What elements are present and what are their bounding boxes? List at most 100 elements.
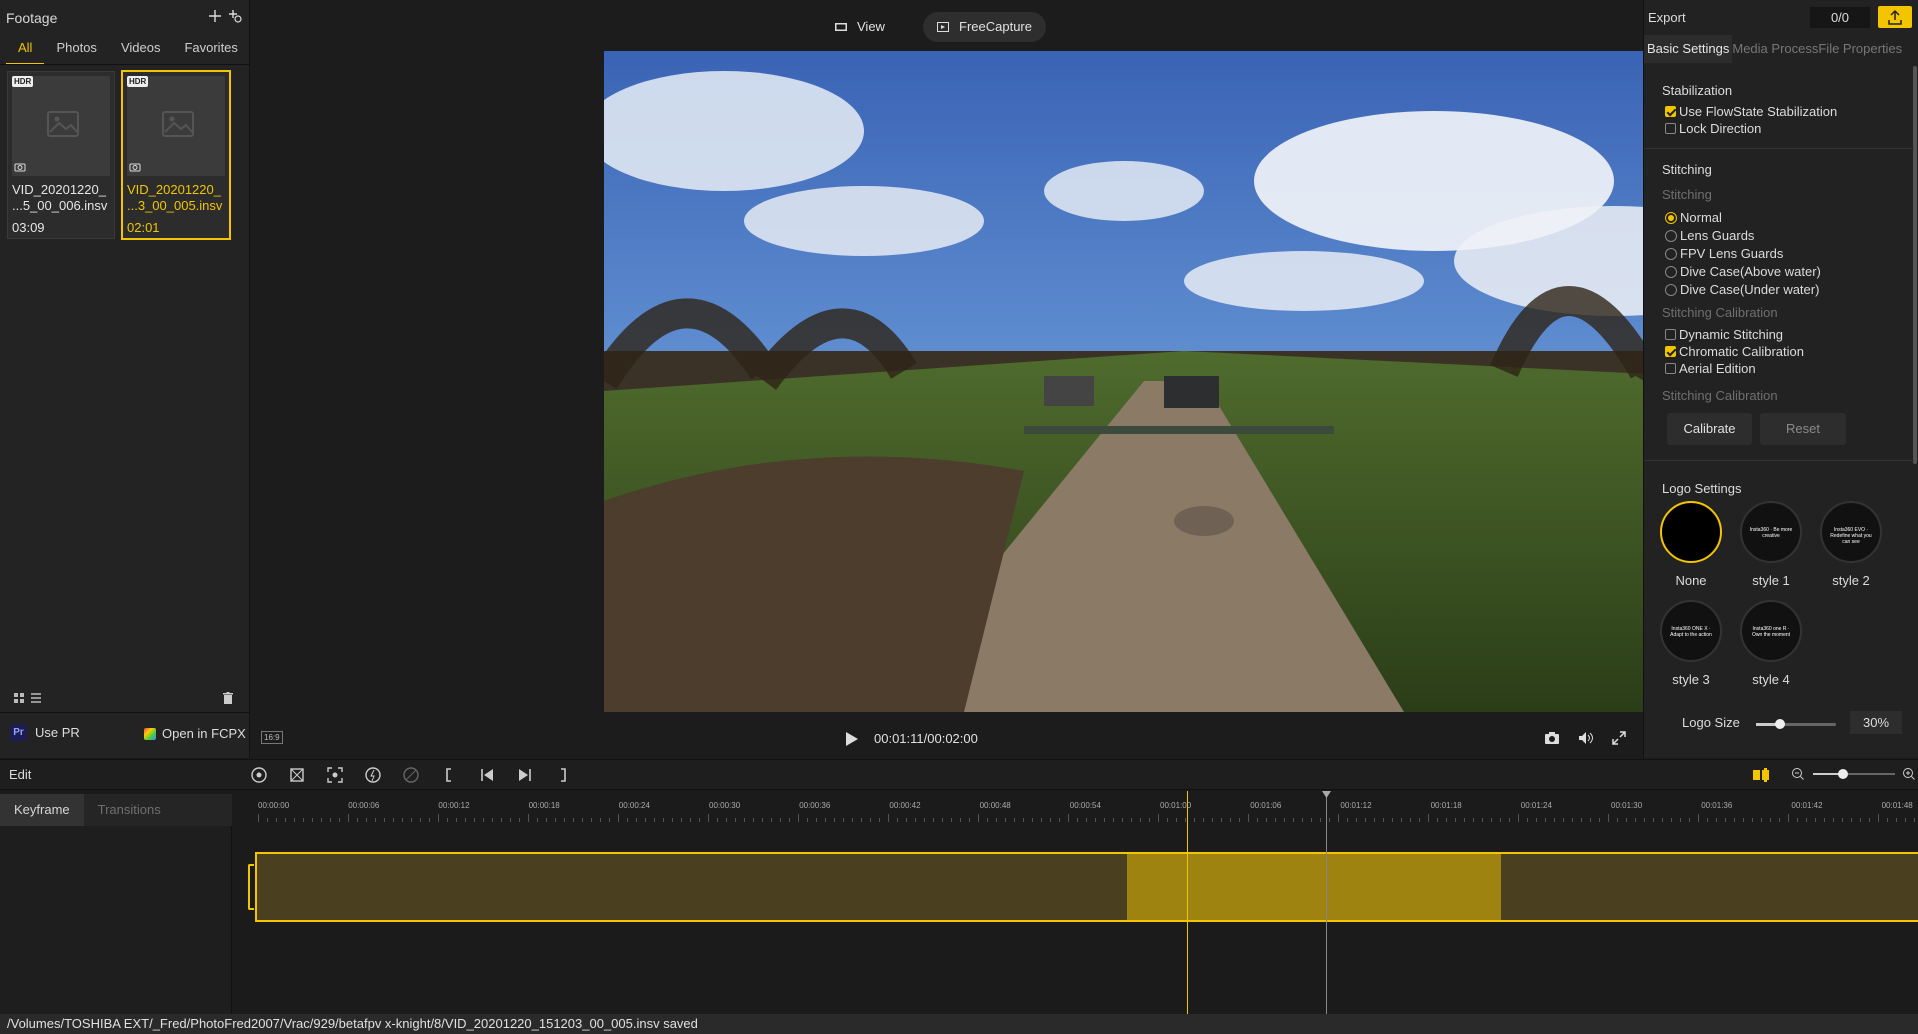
focus-icon[interactable] bbox=[326, 766, 344, 784]
skip-forward-icon[interactable] bbox=[516, 766, 534, 784]
reset-button[interactable]: Reset bbox=[1760, 413, 1846, 445]
checkbox[interactable] bbox=[1665, 329, 1676, 340]
ruler-tick-label: 00:01:18 bbox=[1430, 801, 1462, 810]
lock-direction-checkbox[interactable]: Lock Direction bbox=[1665, 121, 1761, 136]
tab-videos[interactable]: Videos bbox=[109, 40, 173, 65]
ruler-tick-mark bbox=[915, 818, 916, 822]
chromatic-calibration-checkbox[interactable]: Chromatic Calibration bbox=[1665, 344, 1804, 359]
trash-icon[interactable] bbox=[223, 692, 233, 704]
tab-favorites[interactable]: Favorites bbox=[172, 40, 249, 65]
checkbox-checked[interactable] bbox=[1665, 346, 1676, 357]
radio[interactable] bbox=[1665, 229, 1677, 242]
tab-all[interactable]: All bbox=[6, 40, 45, 65]
radio[interactable] bbox=[1665, 247, 1677, 260]
ruler-tick-mark bbox=[1806, 818, 1807, 822]
view-button[interactable]: View bbox=[821, 12, 899, 42]
ruler-tick-mark bbox=[1851, 818, 1852, 822]
freecapture-button[interactable]: FreeCapture bbox=[923, 12, 1046, 42]
hover-marker bbox=[1326, 791, 1327, 1015]
logo-style-none[interactable] bbox=[1660, 501, 1722, 563]
stitching-normal-radio[interactable]: Normal bbox=[1665, 210, 1722, 225]
logo-style-3[interactable]: Insta360 ONE X · Adapt to the action bbox=[1660, 600, 1722, 662]
target-icon[interactable] bbox=[250, 766, 268, 784]
list-view-icon[interactable] bbox=[31, 693, 41, 703]
logo-style-1[interactable]: Insta360 · Be more creative bbox=[1740, 501, 1802, 563]
zoom-in-icon[interactable] bbox=[1902, 767, 1916, 781]
tab-media-process[interactable]: Media Process bbox=[1732, 35, 1818, 63]
speed-icon[interactable] bbox=[364, 766, 382, 784]
checkbox[interactable] bbox=[1665, 123, 1676, 134]
aspect-ratio-badge[interactable]: 16:9 bbox=[261, 731, 283, 744]
add-icon[interactable] bbox=[208, 9, 222, 23]
checkbox-checked[interactable] bbox=[1665, 106, 1676, 117]
volume-icon[interactable] bbox=[1578, 731, 1594, 745]
tab-keyframe[interactable]: Keyframe bbox=[0, 794, 84, 826]
timeline-ruler[interactable]: 00:00:00 00:00:06 00:00:12 00:00:18 00:00:24… bbox=[240, 794, 1918, 826]
footage-item-selected[interactable]: HDR VID_20201220_ ...3_00_005.insv 02:01 bbox=[121, 70, 231, 240]
mark-in-icon[interactable] bbox=[440, 766, 458, 784]
scrollbar[interactable] bbox=[1913, 66, 1917, 464]
ruler-tick-mark bbox=[1752, 818, 1753, 822]
footage-item[interactable]: HDR VID_20201220_ ...5_00_006.insv 03:09 bbox=[7, 71, 115, 239]
play-icon[interactable] bbox=[845, 731, 859, 747]
clip-trim-handle[interactable] bbox=[248, 864, 254, 910]
stitching-lens-guards-radio[interactable]: Lens Guards bbox=[1665, 228, 1754, 243]
zoom-slider-knob[interactable] bbox=[1838, 769, 1848, 779]
hover-marker-head-icon bbox=[1322, 791, 1331, 798]
mark-out-icon[interactable] bbox=[554, 766, 572, 784]
radio[interactable] bbox=[1665, 283, 1677, 296]
zoom-out-icon[interactable] bbox=[1791, 767, 1805, 781]
ruler-tick-mark bbox=[312, 818, 313, 822]
tab-file-properties[interactable]: File Properties bbox=[1818, 35, 1902, 63]
snapshot-camera-icon[interactable] bbox=[1544, 731, 1560, 745]
logo-style-4[interactable]: Insta360 one R · Own the moment bbox=[1740, 600, 1802, 662]
ruler-tick-label: 00:01:30 bbox=[1611, 801, 1643, 810]
ruler-tick-label: 00:00:12 bbox=[438, 801, 470, 810]
crop-frame-icon[interactable] bbox=[288, 766, 306, 784]
tab-basic-settings[interactable]: Basic Settings bbox=[1644, 35, 1733, 63]
video-preview[interactable] bbox=[604, 51, 1790, 712]
footage-item-name: VID_20201220_ ...5_00_006.insv bbox=[12, 182, 108, 213]
ruler-tick-mark bbox=[1329, 818, 1330, 822]
ruler-tick-mark bbox=[474, 818, 475, 822]
timeline-clip[interactable] bbox=[255, 852, 1918, 922]
ruler-tick-mark bbox=[1626, 818, 1627, 822]
ruler-tick-mark bbox=[1149, 818, 1150, 822]
ruler-tick-mark bbox=[1527, 818, 1528, 822]
dynamic-stitching-checkbox[interactable]: Dynamic Stitching bbox=[1665, 327, 1783, 342]
open-fcpx-button[interactable]: Open in FCPX bbox=[144, 726, 246, 741]
playhead[interactable] bbox=[1187, 791, 1188, 1015]
export-upload-icon[interactable] bbox=[1878, 6, 1912, 28]
checkbox[interactable] bbox=[1665, 363, 1676, 374]
motion-disabled-icon[interactable] bbox=[402, 766, 420, 784]
stitching-dive-above-radio[interactable]: Dive Case(Above water) bbox=[1665, 264, 1821, 279]
use-pr-button[interactable]: Pr Use PR bbox=[10, 724, 80, 741]
ruler-tick-mark bbox=[1788, 814, 1789, 822]
ruler-tick-mark bbox=[573, 818, 574, 822]
logo-style-2[interactable]: Insta360 EVO · Redefine what you can see bbox=[1820, 501, 1882, 563]
ruler-tick-mark bbox=[924, 818, 925, 822]
timeline-clip-selected-range[interactable] bbox=[1127, 852, 1501, 922]
thumbnail-placeholder-icon bbox=[12, 76, 110, 176]
snap-toggle-icon[interactable] bbox=[1753, 767, 1771, 783]
radio-selected[interactable] bbox=[1665, 211, 1677, 224]
fullscreen-icon[interactable] bbox=[1612, 731, 1626, 745]
aerial-edition-checkbox[interactable]: Aerial Edition bbox=[1665, 361, 1756, 376]
stitching-fpv-radio[interactable]: FPV Lens Guards bbox=[1665, 246, 1783, 261]
tab-transitions[interactable]: Transitions bbox=[84, 794, 175, 826]
stitching-dive-under-radio[interactable]: Dive Case(Under water) bbox=[1665, 282, 1819, 297]
logo-size-value[interactable]: 30% bbox=[1850, 711, 1902, 734]
add-settings-icon[interactable] bbox=[228, 9, 242, 23]
grid-view-icon[interactable] bbox=[14, 693, 24, 703]
tab-photos[interactable]: Photos bbox=[44, 40, 108, 65]
flowstate-checkbox[interactable]: Use FlowState Stabilization bbox=[1665, 104, 1837, 119]
calibrate-button[interactable]: Calibrate bbox=[1667, 413, 1752, 445]
zoom-slider[interactable] bbox=[1813, 769, 1895, 779]
thumbnail-placeholder-icon bbox=[127, 76, 225, 176]
radio[interactable] bbox=[1665, 265, 1677, 278]
stitching-subtitle: Stitching bbox=[1662, 187, 1712, 202]
slider-knob[interactable] bbox=[1775, 719, 1785, 729]
skip-back-icon[interactable] bbox=[478, 766, 496, 784]
ruler-tick-mark bbox=[519, 818, 520, 822]
logo-size-slider[interactable] bbox=[1756, 719, 1836, 729]
